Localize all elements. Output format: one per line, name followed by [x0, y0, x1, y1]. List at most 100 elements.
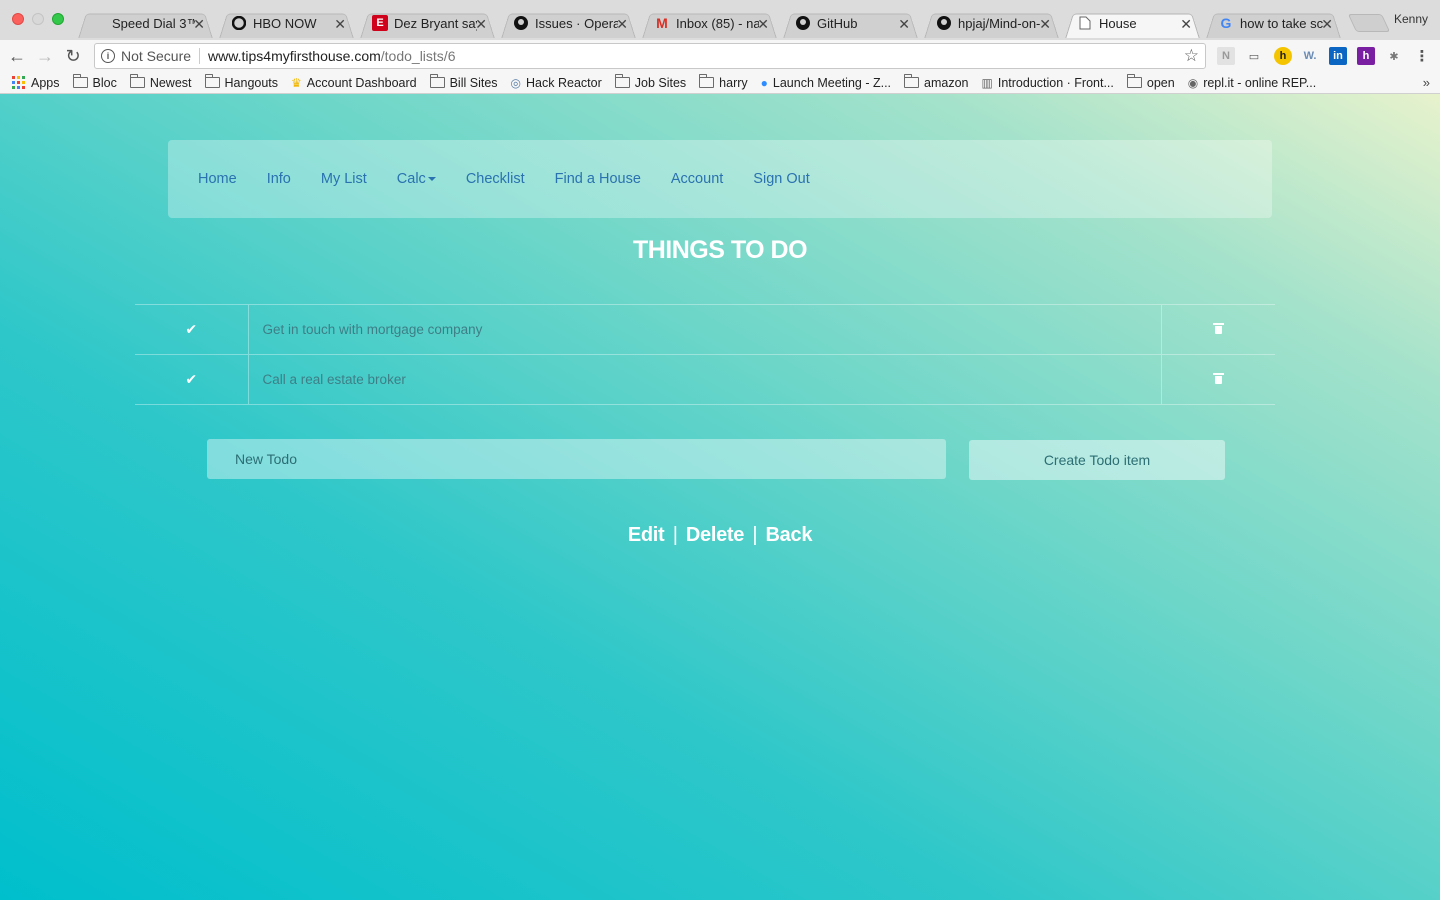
- apps-grid-icon: [12, 76, 25, 89]
- edit-link[interactable]: Edit: [628, 524, 665, 546]
- bookmark-item[interactable]: amazon: [904, 74, 969, 90]
- browser-tab-active[interactable]: House ✕: [1061, 8, 1202, 38]
- close-tab-icon[interactable]: ✕: [616, 16, 628, 33]
- close-tab-icon[interactable]: ✕: [757, 16, 769, 33]
- bookmark-item[interactable]: ● Launch Meeting - Z...: [761, 76, 891, 90]
- footer-links: Edit | Delete | Back: [0, 524, 1440, 547]
- todo-text: Call a real estate broker: [262, 372, 406, 387]
- honey-extension-icon[interactable]: h: [1274, 47, 1292, 65]
- new-tab-button[interactable]: [1347, 14, 1391, 32]
- complete-todo-button[interactable]: ✔: [135, 354, 249, 405]
- linkedin-icon[interactable]: in: [1329, 47, 1347, 65]
- bookmark-item[interactable]: Apps: [12, 76, 60, 90]
- nav-sign-out-link[interactable]: Sign Out: [753, 171, 809, 187]
- browser-tab[interactable]: M Inbox (85) - na ✕: [638, 8, 779, 38]
- browser-tab[interactable]: Speed Dial 3™ ✕: [74, 8, 215, 38]
- complete-todo-button[interactable]: ✔: [135, 304, 249, 355]
- address-bar[interactable]: i Not Secure www.tips4myfirsthouse.com/t…: [94, 43, 1206, 69]
- bookmark-item[interactable]: ♛ Account Dashboard: [291, 76, 417, 90]
- bug-extension-icon[interactable]: ✱: [1385, 47, 1403, 65]
- cast-icon[interactable]: ▭: [1245, 47, 1263, 65]
- nav-calc-label: Calc: [396, 171, 426, 187]
- menu-dots-icon[interactable]: ⋮: [1413, 47, 1431, 65]
- nav-checklist-link[interactable]: Checklist: [466, 171, 525, 187]
- browser-toolbar: ← → ↻ i Not Secure www.tips4myfirsthouse…: [0, 40, 1440, 72]
- browser-tab[interactable]: hpjaj/Mind-on- ✕: [920, 8, 1061, 38]
- nav-calc-dropdown[interactable]: Calc: [397, 171, 436, 187]
- bookmark-star-icon[interactable]: ☆: [1184, 46, 1199, 66]
- tab-title: hpjaj/Mind-on-: [958, 15, 1041, 31]
- folder-icon: [699, 74, 715, 88]
- bookmark-label: repl.it - online REP...: [1203, 75, 1317, 90]
- bookmark-item[interactable]: ◎ Hack Reactor: [511, 76, 602, 90]
- nav-info-link[interactable]: Info: [267, 171, 291, 187]
- google-icon: G: [1220, 15, 1232, 31]
- close-tab-icon[interactable]: ✕: [193, 16, 205, 33]
- maximize-window-button[interactable]: [52, 13, 64, 25]
- bookmark-item[interactable]: Newest: [129, 74, 192, 90]
- bookmark-item[interactable]: harry: [699, 74, 748, 90]
- h-extension-icon[interactable]: h: [1357, 47, 1375, 65]
- bookmark-label: Apps: [31, 75, 60, 90]
- trash-icon: [1212, 323, 1224, 334]
- close-window-button[interactable]: [12, 13, 24, 25]
- github-icon: [513, 15, 529, 31]
- close-tab-icon[interactable]: ✕: [1180, 16, 1192, 33]
- page-title: THINGS TO DO: [632, 236, 808, 264]
- create-todo-button[interactable]: Create Todo item: [969, 440, 1225, 480]
- nav-account-link[interactable]: Account: [671, 171, 723, 187]
- bookmark-item[interactable]: Hangouts: [204, 74, 279, 90]
- back-link[interactable]: Back: [766, 524, 813, 546]
- folder-icon: [429, 74, 445, 88]
- browser-tab[interactable]: GitHub ✕: [779, 8, 920, 38]
- extension-icon[interactable]: N: [1217, 47, 1235, 65]
- tab-title: GitHub: [817, 15, 858, 31]
- bookmark-label: Hangouts: [224, 75, 279, 90]
- tab-title: how to take scr: [1240, 15, 1323, 31]
- info-icon[interactable]: i: [101, 49, 115, 63]
- close-tab-icon[interactable]: ✕: [334, 16, 346, 33]
- bookmark-item[interactable]: ▥ Introduction · Front...: [982, 76, 1114, 90]
- close-tab-icon[interactable]: ✕: [898, 16, 910, 33]
- more-bookmarks-icon[interactable]: »: [1423, 75, 1430, 90]
- close-tab-icon[interactable]: ✕: [1039, 16, 1051, 33]
- delete-link[interactable]: Delete: [686, 524, 745, 546]
- browser-tab[interactable]: G how to take scr ✕: [1202, 8, 1343, 38]
- bookmark-item[interactable]: Bill Sites: [429, 74, 498, 90]
- folder-icon: [614, 74, 630, 88]
- site-navbar: Home Info My List Calc Checklist Find a …: [168, 140, 1272, 218]
- delete-todo-button[interactable]: [1160, 354, 1275, 405]
- bookmark-item[interactable]: ◉ repl.it - online REP...: [1188, 76, 1317, 90]
- nav-find-house-link[interactable]: Find a House: [555, 171, 641, 187]
- url-path: /todo_lists/6: [380, 48, 456, 64]
- bookmark-label: amazon: [924, 75, 969, 90]
- todo-text: Get in touch with mortgage company: [262, 322, 483, 337]
- forward-arrow-icon[interactable]: →: [34, 45, 56, 67]
- profile-name[interactable]: Kenny: [1394, 12, 1428, 26]
- bookmark-item[interactable]: open: [1126, 74, 1175, 90]
- minimize-window-button[interactable]: [32, 13, 44, 25]
- nav-home-link[interactable]: Home: [198, 171, 237, 187]
- tab-title: HBO NOW: [253, 15, 317, 31]
- back-arrow-icon[interactable]: ←: [6, 45, 28, 67]
- bookmark-item[interactable]: Bloc: [72, 74, 117, 90]
- browser-tab[interactable]: E Dez Bryant say ✕: [356, 8, 497, 38]
- browser-tab[interactable]: HBO NOW ✕: [215, 8, 356, 38]
- security-label: Not Secure: [121, 48, 192, 64]
- new-todo-input[interactable]: New Todo: [207, 439, 946, 479]
- checkmark-icon: ✔: [185, 321, 198, 337]
- bookmark-item[interactable]: Job Sites: [614, 74, 687, 90]
- close-tab-icon[interactable]: ✕: [1321, 16, 1333, 33]
- delete-todo-button[interactable]: [1160, 304, 1275, 355]
- bookmark-label: Newest: [149, 75, 192, 90]
- reload-icon[interactable]: ↻: [62, 45, 84, 67]
- close-tab-icon[interactable]: ✕: [475, 16, 487, 33]
- table-row: ✔ Get in touch with mortgage company: [135, 304, 1275, 355]
- folder-icon: [904, 74, 920, 88]
- nav-my-list-link[interactable]: My List: [321, 171, 367, 187]
- bookmark-label: Job Sites: [634, 75, 687, 90]
- hack-reactor-icon: ◎: [510, 75, 522, 90]
- folder-icon: [204, 74, 220, 88]
- w-extension-icon[interactable]: W.: [1301, 47, 1319, 65]
- browser-tab[interactable]: Issues · Operat ✕: [497, 8, 638, 38]
